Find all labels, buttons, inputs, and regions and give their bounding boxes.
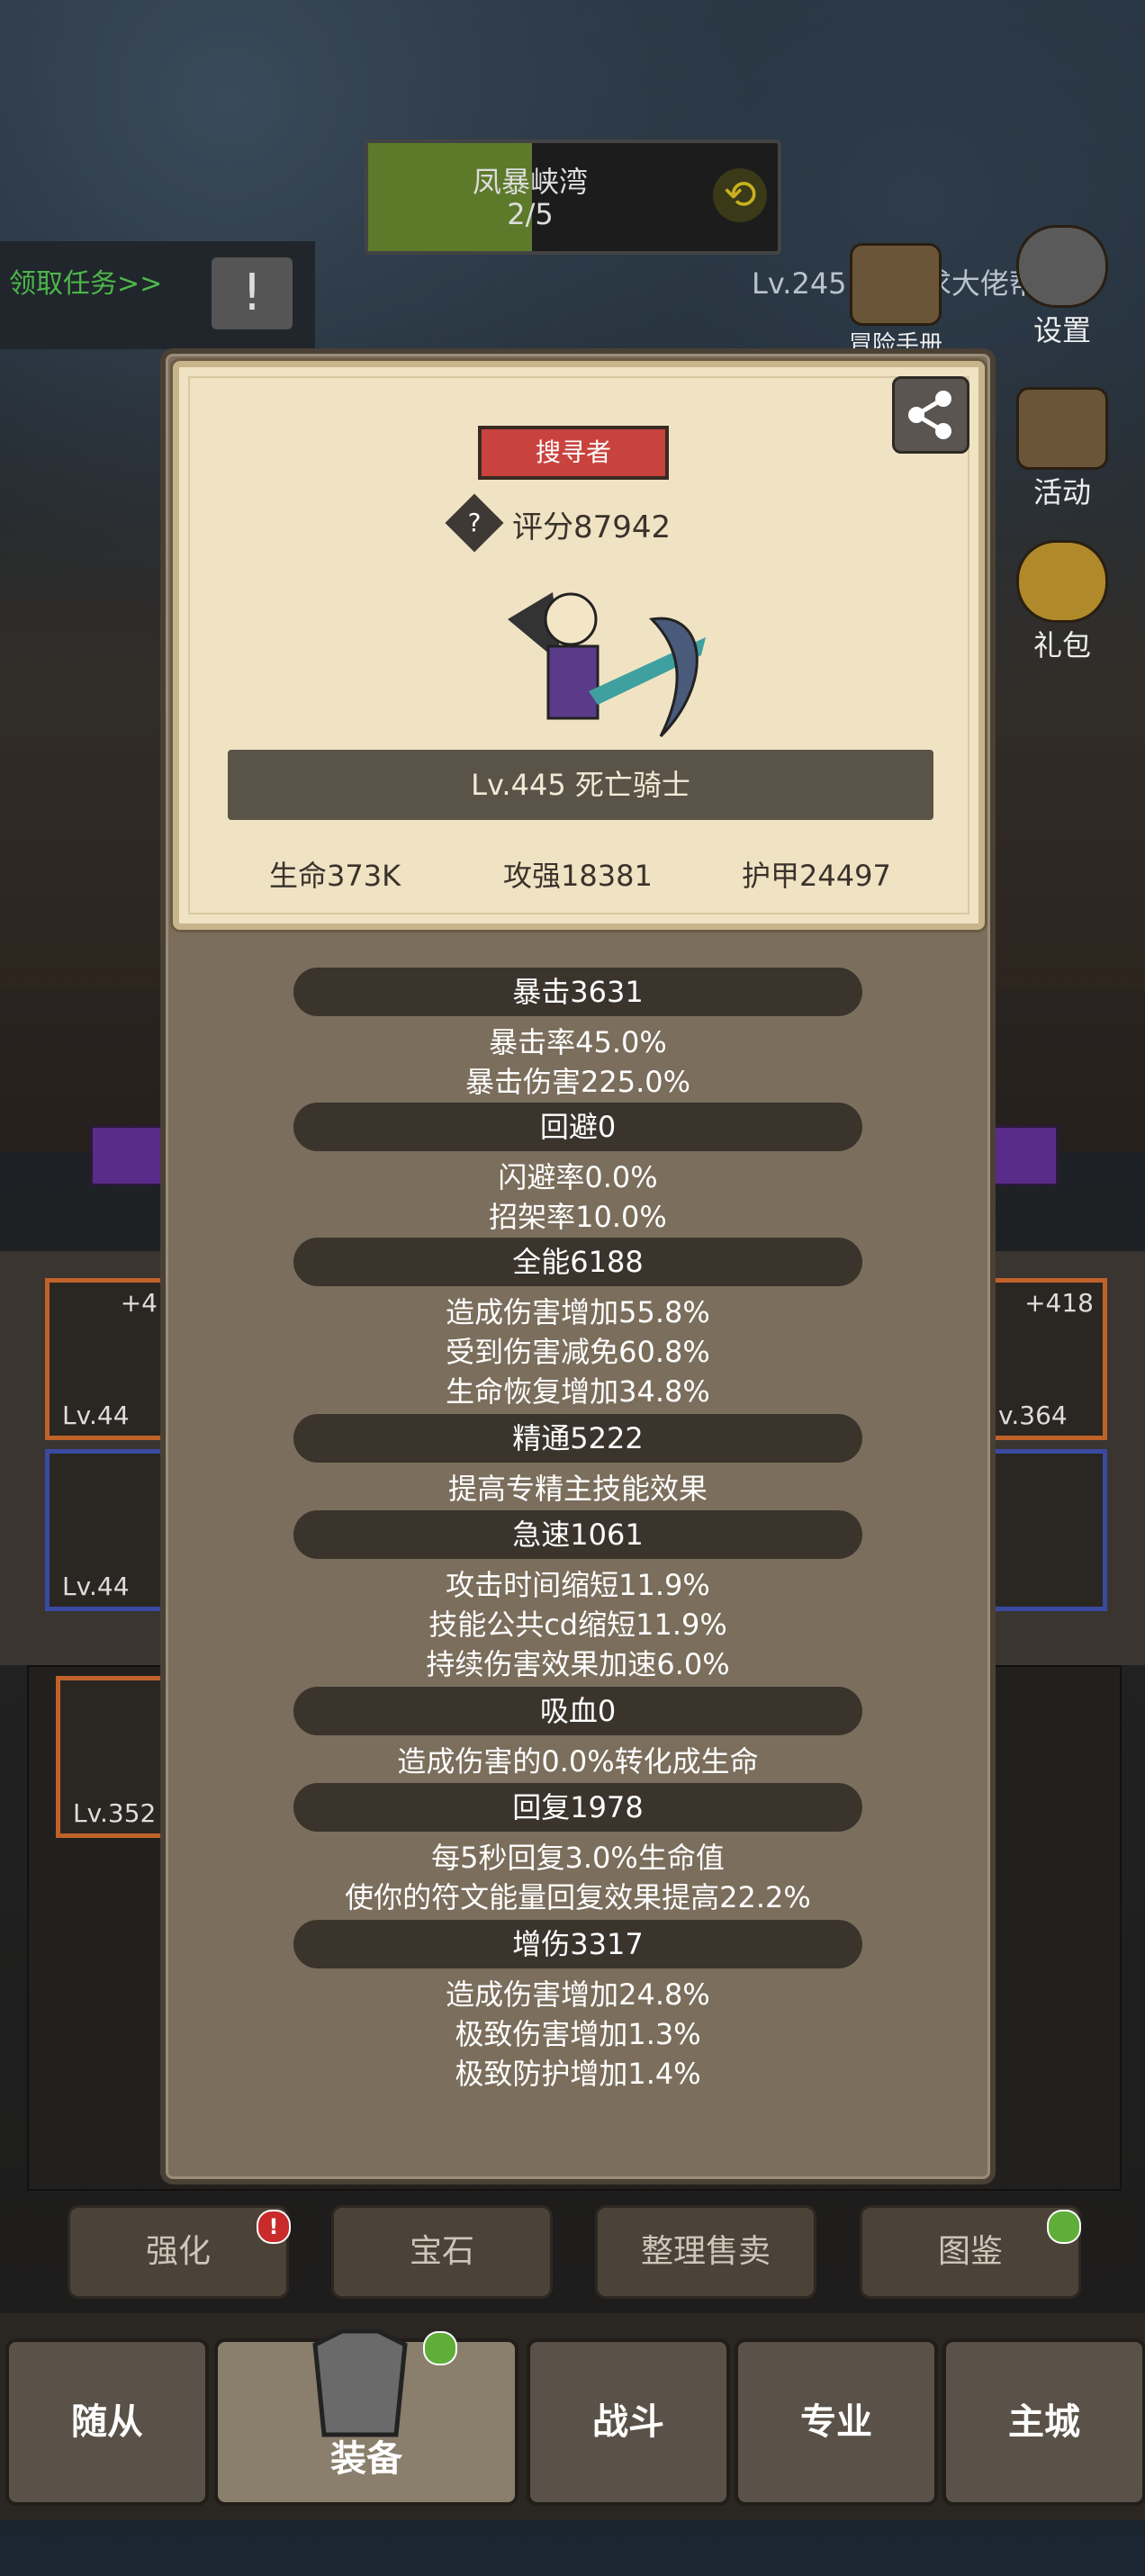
notify-badge: [423, 2331, 457, 2365]
stat-header: 暴击3631: [293, 968, 862, 1016]
stat-header: 增伤3317: [293, 1920, 862, 1968]
character-name: Lv.445 死亡骑士: [228, 750, 933, 820]
stat-line: 受到伤害减免60.8%: [446, 1335, 710, 1369]
help-icon[interactable]: ?: [454, 502, 495, 544]
tab-followers[interactable]: 随从: [5, 2338, 209, 2506]
stat-header: 急速1061: [293, 1510, 862, 1559]
stat-line: 造成伤害的0.0%转化成生命: [397, 1744, 759, 1779]
score: 评分87942: [512, 509, 672, 545]
stat-header: 回避0: [293, 1103, 862, 1151]
share-icon: [908, 391, 951, 439]
gem-button[interactable]: 宝石: [331, 2205, 553, 2299]
stat-line: 攻击时间缩短11.9%: [446, 1568, 710, 1602]
stat-attack: 攻强18381: [503, 859, 653, 893]
side-button-label: 设置: [1032, 313, 1091, 347]
gear-icon: [1016, 225, 1108, 308]
stage-name: 凤暴峡湾: [472, 165, 588, 199]
alert-badge: !: [257, 2210, 291, 2244]
stat-hp: 生命373K: [269, 859, 401, 893]
equip-slot[interactable]: Lv.44: [45, 1449, 171, 1611]
stat-line: 造成伤害增加24.8%: [446, 1977, 710, 2012]
book-icon: [850, 243, 942, 326]
stat-line: 造成伤害增加55.8%: [446, 1295, 710, 1329]
stat-line: 招架率10.0%: [489, 1200, 667, 1234]
side-button-handbook[interactable]: 冒险手册: [846, 243, 945, 359]
sort-sell-button[interactable]: 整理售卖: [595, 2205, 816, 2299]
stat-header: 回复1978: [293, 1783, 862, 1832]
notify-badge: [1047, 2210, 1081, 2244]
stats-panel: 搜寻者 ? 评分87942 Lv.445 死亡骑士 生命373K 攻强18381…: [160, 348, 996, 2184]
side-button-label: 活动: [1032, 475, 1091, 509]
stat-line: 持续伤害效果加速6.0%: [426, 1647, 730, 1681]
stat-line: 闪避率0.0%: [498, 1160, 658, 1194]
stat-line: 暴击伤害225.0%: [464, 1065, 691, 1099]
stat-line: 提高专精主技能效果: [447, 1472, 708, 1506]
stage-progress: 2/5: [507, 197, 554, 231]
tab-battle[interactable]: 战斗: [527, 2338, 730, 2506]
side-button-settings[interactable]: 设置: [1013, 225, 1112, 349]
stat-line: 生命恢复增加34.8%: [446, 1374, 710, 1409]
class-badge: 搜寻者: [478, 426, 669, 480]
enhance-button[interactable]: 强化: [68, 2205, 289, 2299]
stat-line: 技能公共cd缩短11.9%: [428, 1608, 727, 1642]
armor-icon: [312, 2328, 408, 2437]
task-link[interactable]: 领取任务>>: [9, 261, 162, 301]
side-button-gifts[interactable]: 礼包: [1013, 540, 1112, 664]
character-card: 搜寻者 ? 评分87942 Lv.445 死亡骑士 生命373K 攻强18381…: [173, 361, 985, 930]
exclamation-icon[interactable]: !: [212, 257, 293, 329]
stat-line: 每5秒回复3.0%生命值: [431, 1841, 725, 1875]
equip-slot[interactable]: +418 v.364: [981, 1278, 1107, 1440]
tab-main-city[interactable]: 主城: [942, 2338, 1145, 2506]
stage-indicator[interactable]: 凤暴峡湾 2/5 ⟲: [365, 140, 781, 255]
stat-header: 精通5222: [293, 1414, 862, 1463]
stat-header: 全能6188: [293, 1238, 862, 1286]
stat-line: 使你的符文能量回复效果提高22.2%: [345, 1880, 811, 1914]
stat-header: 吸血0: [293, 1687, 862, 1735]
task-bar[interactable]: 领取任务>> !: [0, 241, 315, 349]
character-avatar: [508, 592, 706, 738]
stat-line: 极致伤害增加1.3%: [455, 2017, 701, 2051]
equip-slot[interactable]: +4 Lv.44: [45, 1278, 171, 1440]
side-button-events[interactable]: 活动: [1013, 387, 1112, 511]
gift-icon: [1016, 540, 1108, 623]
stat-line: 暴击率45.0%: [489, 1025, 667, 1059]
stat-armor: 护甲24497: [742, 859, 891, 893]
scroll-icon: [1016, 387, 1108, 470]
share-button[interactable]: [892, 376, 969, 454]
tab-profession[interactable]: 专业: [735, 2338, 938, 2506]
stat-line: 极致防护增加1.4%: [455, 2057, 701, 2091]
side-button-label: 礼包: [1032, 628, 1091, 662]
equip-slot[interactable]: [981, 1449, 1107, 1611]
refresh-icon[interactable]: ⟲: [713, 168, 767, 222]
